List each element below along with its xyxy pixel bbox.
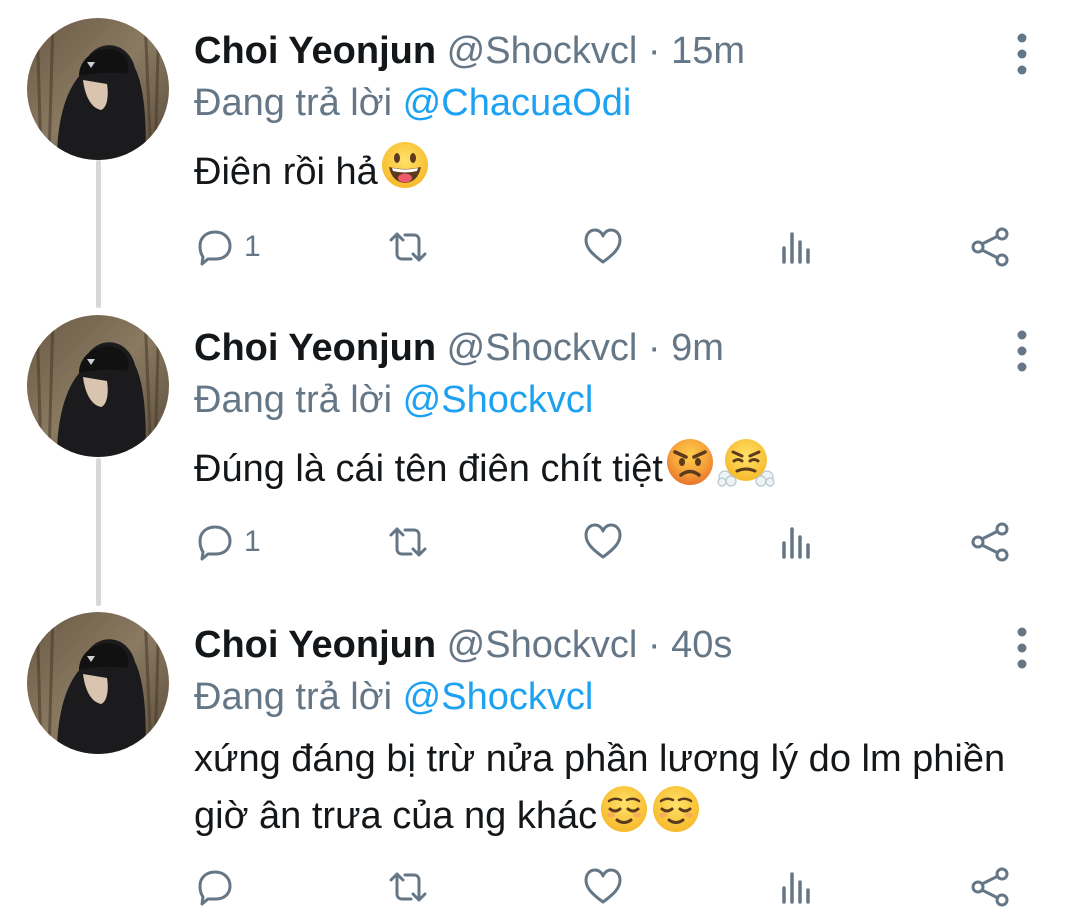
retweet-button[interactable] [387, 866, 429, 908]
reply-count: 1 [244, 525, 261, 558]
tweet-text-content: Đúng là cái tên điên chít tiệt [194, 448, 663, 490]
tweet-actions [0, 866, 1080, 916]
like-button[interactable] [582, 866, 624, 908]
like-icon [584, 228, 622, 264]
more-options-icon[interactable] [1010, 626, 1034, 670]
user-handle[interactable]: @Shockvcl [447, 327, 638, 369]
tweet[interactable]: Choi Yeonjun @Shockvcl · 9m Đang trả lời… [0, 315, 1080, 595]
share-button[interactable] [970, 226, 1012, 268]
timestamp[interactable]: 15m [671, 30, 745, 72]
tweet-text-content: Điên rồi hả [194, 151, 378, 193]
analytics-icon [782, 527, 810, 559]
user-handle[interactable]: @Shockvcl [447, 624, 638, 666]
mention-link[interactable]: @Shockvcl [403, 676, 594, 718]
like-button[interactable] [582, 521, 624, 563]
mention-link[interactable]: @Shockvcl [403, 379, 594, 421]
reply-button[interactable]: 1 [194, 521, 261, 563]
replying-to: Đang trả lời @ChacuaOdi [194, 80, 631, 126]
mention-link[interactable]: @ChacuaOdi [403, 82, 632, 124]
analytics-button[interactable] [776, 226, 818, 268]
reply-icon [198, 230, 232, 266]
tweet[interactable]: Choi Yeonjun @Shockvcl · 15m Đang trả lờ… [0, 18, 1080, 298]
angry-face-icon [666, 439, 713, 485]
relieved-face-icon [601, 786, 648, 832]
tweet-header: Choi Yeonjun @Shockvcl · 40s [194, 622, 732, 668]
tweet-actions: 1 [0, 226, 1080, 276]
tweet-header: Choi Yeonjun @Shockvcl · 15m [194, 28, 745, 74]
reply-icon [198, 525, 232, 561]
replying-to: Đang trả lời @Shockvcl [194, 674, 593, 720]
tweet[interactable]: Choi Yeonjun @Shockvcl · 40s Đang trả lờ… [0, 612, 1080, 915]
retweet-icon [389, 872, 427, 902]
share-icon [971, 867, 1009, 907]
analytics-button[interactable] [776, 521, 818, 563]
more-options-icon[interactable] [1010, 329, 1034, 373]
avatar[interactable] [27, 612, 169, 754]
timestamp[interactable]: 9m [671, 327, 724, 369]
more-options-icon[interactable] [1010, 32, 1034, 76]
separator: · [647, 30, 661, 72]
relieved-face-icon [653, 786, 700, 832]
tweet-actions: 1 [0, 521, 1080, 571]
analytics-button[interactable] [776, 866, 818, 908]
display-name[interactable]: Choi Yeonjun [194, 327, 436, 369]
tweet-text: xứng đáng bị trừ nửa phần lương lý do lm… [194, 734, 1014, 841]
separator: · [647, 327, 661, 369]
analytics-icon [782, 872, 810, 904]
reply-button[interactable]: 1 [194, 226, 261, 268]
replying-prefix: Đang trả lời [194, 676, 393, 718]
tweet-text: Đúng là cái tên điên chít tiệt [194, 437, 1014, 494]
like-icon [584, 868, 622, 904]
share-icon [971, 227, 1009, 267]
share-icon [971, 522, 1009, 562]
face-with-steam-from-nose-icon [717, 439, 775, 487]
display-name[interactable]: Choi Yeonjun [194, 624, 436, 666]
share-button[interactable] [970, 521, 1012, 563]
retweet-icon [389, 527, 427, 557]
share-button[interactable] [970, 866, 1012, 908]
separator: · [647, 624, 661, 666]
grinning-face-with-tongue-icon [381, 142, 428, 188]
reply-icon [198, 870, 232, 906]
replying-to: Đang trả lời @Shockvcl [194, 377, 593, 423]
like-icon [584, 523, 622, 559]
replying-prefix: Đang trả lời [194, 379, 393, 421]
user-handle[interactable]: @Shockvcl [447, 30, 638, 72]
reply-button[interactable] [194, 866, 244, 908]
retweet-button[interactable] [387, 521, 429, 563]
display-name[interactable]: Choi Yeonjun [194, 30, 436, 72]
tweet-header: Choi Yeonjun @Shockvcl · 9m [194, 325, 724, 371]
avatar[interactable] [27, 18, 169, 160]
like-button[interactable] [582, 226, 624, 268]
retweet-button[interactable] [387, 226, 429, 268]
reply-count: 1 [244, 230, 261, 263]
avatar[interactable] [27, 315, 169, 457]
timestamp[interactable]: 40s [671, 624, 732, 666]
analytics-icon [782, 232, 810, 264]
retweet-icon [389, 232, 427, 262]
replying-prefix: Đang trả lời [194, 82, 393, 124]
tweet-text: Điên rồi hả [194, 140, 1014, 197]
